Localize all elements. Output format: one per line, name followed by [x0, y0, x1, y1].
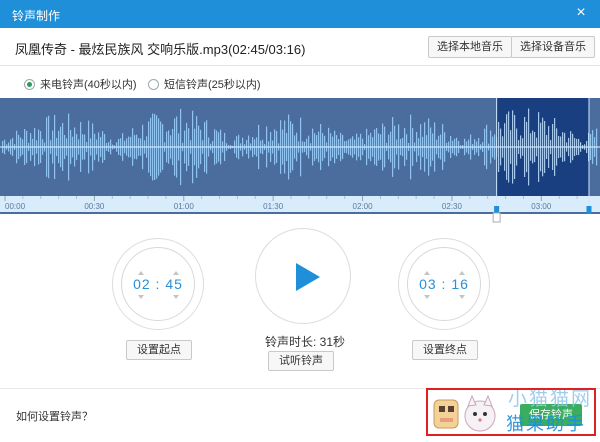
mode-call-label: 来电铃声(40秒以内) [40, 79, 137, 91]
ringtone-duration: 铃声时长: 31秒 [265, 335, 346, 349]
select-local-music-button[interactable]: 选择本地音乐 [428, 36, 512, 58]
timeline-tick-label: 03:00 [531, 202, 552, 211]
title-bar: 铃声制作 × [0, 0, 600, 28]
end-sec-down-icon[interactable] [459, 295, 465, 299]
how-to-set-ringtone-link[interactable]: 如何设置铃声？ [16, 408, 93, 424]
play-button[interactable] [255, 228, 351, 324]
start-min-up-icon[interactable] [138, 271, 144, 275]
end-time-dial-inner: 03 : 16 [407, 247, 481, 321]
radio-sms-ringtone[interactable] [148, 78, 159, 90]
highlight-box [426, 388, 596, 436]
end-time-value[interactable]: 03 : 16 [408, 276, 480, 292]
waveform-svg[interactable]: 00:00 00:30 01:00 01:30 02:00 02:30 03:00 [0, 98, 600, 224]
start-sec-up-icon[interactable] [173, 271, 179, 275]
end-min-down-icon[interactable] [424, 295, 430, 299]
preview-ringtone-button[interactable]: 试听铃声 [268, 351, 334, 371]
timeline-tick-label: 01:30 [263, 202, 284, 211]
end-sec-up-icon[interactable] [459, 271, 465, 275]
timeline-tick-label: 00:30 [84, 202, 105, 211]
set-start-button[interactable]: 设置起点 [126, 340, 192, 360]
start-time-value[interactable]: 02 : 45 [122, 276, 194, 292]
start-min-down-icon[interactable] [138, 295, 144, 299]
start-sec-down-icon[interactable] [173, 295, 179, 299]
header: 凤凰传奇 - 最炫民族风 交响乐版.mp3(02:45/03:16) 选择本地音… [0, 28, 600, 66]
mode-call-ringtone[interactable]: 来电铃声(40秒以内) [24, 76, 137, 92]
mode-sms-ringtone[interactable]: 短信铃声(25秒以内) [148, 76, 261, 92]
timeline-tick-label: 00:00 [5, 202, 26, 211]
select-device-music-button[interactable]: 选择设备音乐 [511, 36, 595, 58]
set-end-button[interactable]: 设置终点 [412, 340, 478, 360]
timeline-tick-label: 02:00 [353, 202, 374, 211]
play-icon[interactable] [296, 263, 320, 291]
ringtone-mode-group: 来电铃声(40秒以内) 短信铃声(25秒以内) [0, 66, 600, 98]
window-title: 铃声制作 [12, 9, 61, 23]
playhead-marker[interactable] [492, 212, 501, 223]
start-time-dial-inner: 02 : 45 [121, 247, 195, 321]
waveform-panel[interactable]: 00:00 00:30 01:00 01:30 02:00 02:30 03:00 [0, 98, 600, 223]
song-title: 凤凰传奇 - 最炫民族风 交响乐版.mp3(02:45/03:16) [15, 42, 306, 57]
timeline-tick-label: 01:00 [174, 202, 195, 211]
end-min-up-icon[interactable] [424, 271, 430, 275]
timeline-tick-label: 02:30 [442, 202, 463, 211]
radio-call-ringtone[interactable] [24, 78, 35, 90]
selection-end-handle[interactable] [586, 206, 592, 214]
mode-sms-label: 短信铃声(25秒以内) [164, 79, 261, 91]
close-icon[interactable]: × [572, 4, 590, 22]
